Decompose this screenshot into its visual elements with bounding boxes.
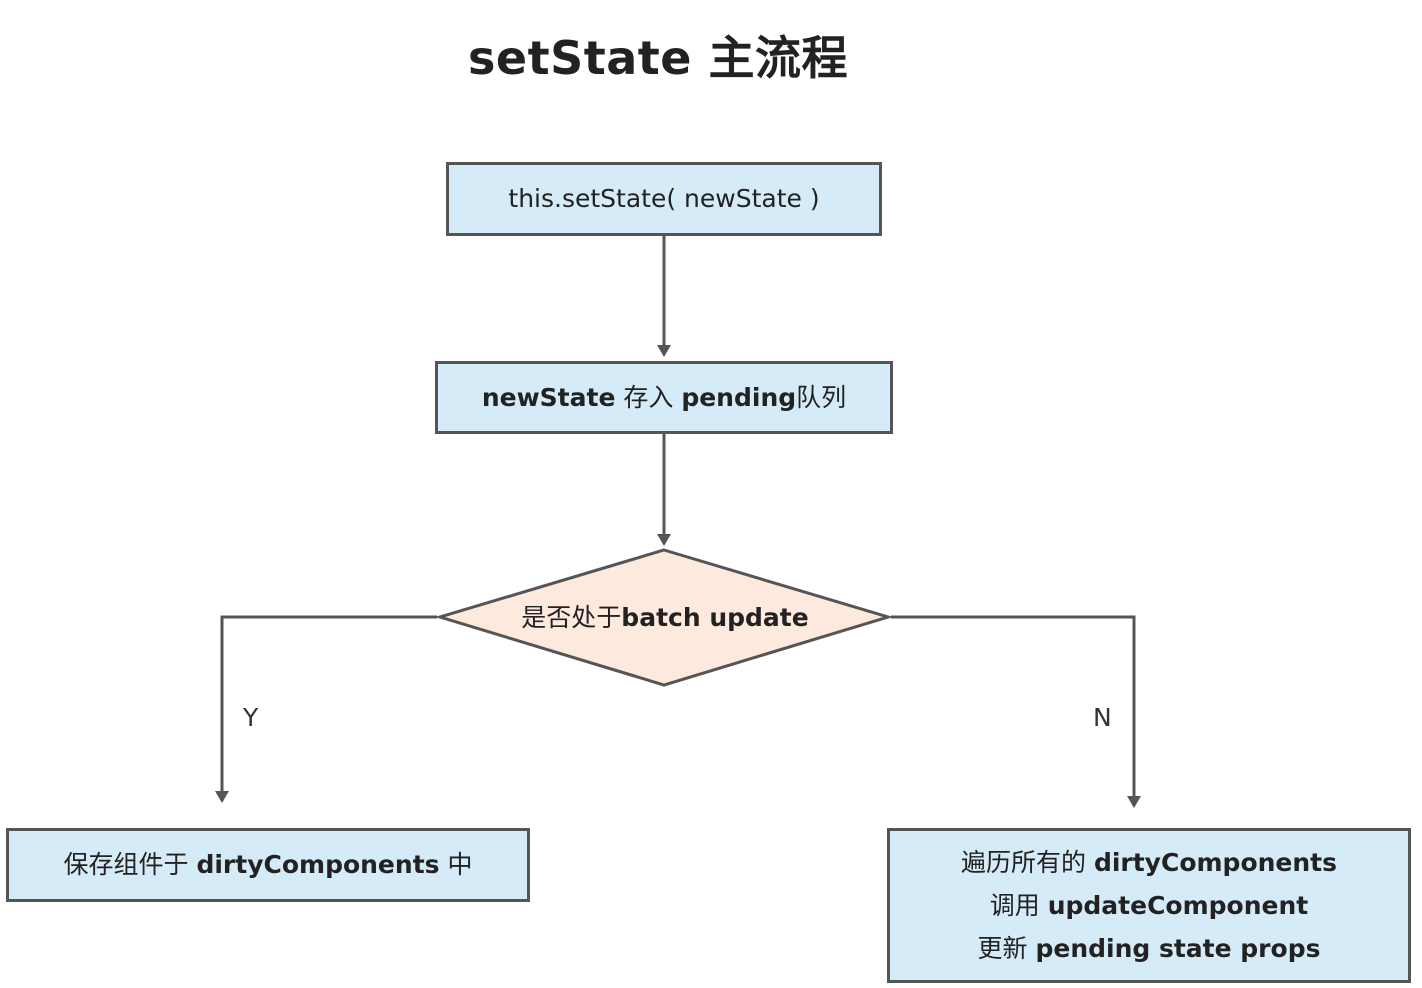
decision-node-text: 是否处于batch update (521, 603, 809, 632)
no-branch-label: N (1093, 703, 1112, 732)
no-result-line-3: 更新 pending state props (977, 934, 1321, 964)
enqueue-node-text: newState 存入 pending队列 (481, 382, 847, 412)
no-result-line-2: 调用 updateComponent (989, 890, 1309, 920)
enqueue-node: newState 存入 pending队列 (435, 361, 893, 434)
yes-result-node: 保存组件于 dirtyComponents 中 (6, 828, 530, 902)
no-result-node: 遍历所有的 dirtyComponents 调用 updateComponent… (887, 828, 1411, 983)
yes-branch-label: Y (243, 703, 259, 732)
start-node-text: this.setState( newState ) (508, 184, 820, 214)
start-node: this.setState( newState ) (446, 162, 882, 236)
flowchart-canvas: setState 主流程 this.setState( newState ) n… (0, 0, 1422, 988)
yes-result-text: 保存组件于 dirtyComponents 中 (63, 850, 473, 880)
no-result-line-1: 遍历所有的 dirtyComponents (960, 847, 1338, 877)
